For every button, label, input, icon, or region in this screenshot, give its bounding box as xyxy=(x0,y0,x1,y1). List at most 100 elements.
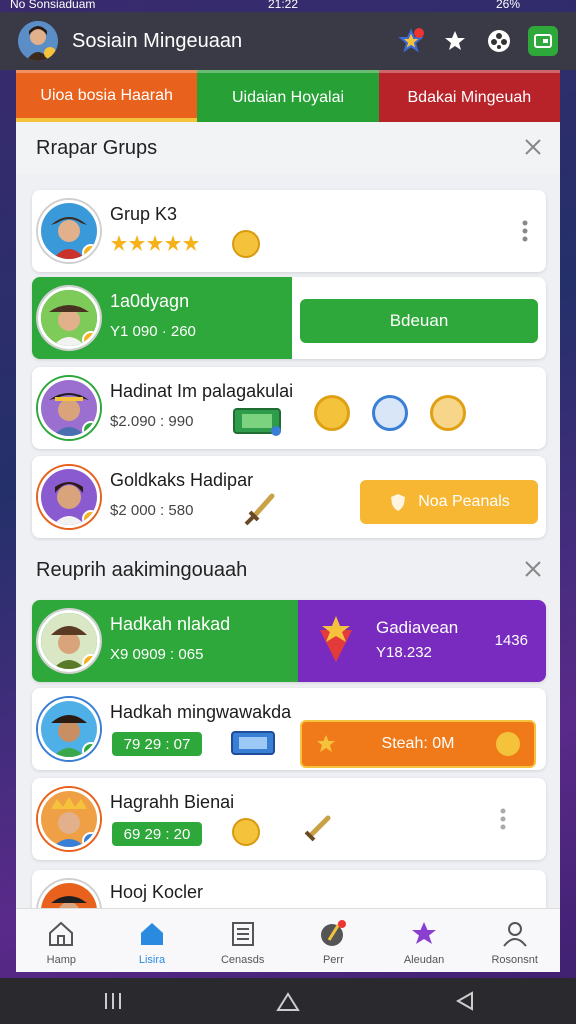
avatar xyxy=(38,466,100,528)
cash-icon xyxy=(233,408,281,436)
avatar xyxy=(38,287,100,349)
nav-item-profile[interactable]: Rosonsnt xyxy=(469,909,560,972)
nav-label: Perr xyxy=(322,954,344,966)
back-icon[interactable] xyxy=(454,990,476,1012)
item-name: Hadinat Im palagakulai xyxy=(110,381,294,401)
item-value: X9 0909 : 065 xyxy=(110,646,204,663)
list-item[interactable]: Hadkah nlakad X9 0909 : 065 Gadiavean Y1… xyxy=(32,600,546,682)
section-title: Reuprih aakimingouaah xyxy=(36,558,248,581)
cash-icon xyxy=(231,731,275,755)
coin-icon xyxy=(314,395,350,431)
item-name: 1a0dyagn xyxy=(110,291,190,311)
nav-item-perr[interactable]: Perr xyxy=(288,909,379,972)
action-button[interactable]: Noa Peanals xyxy=(360,480,538,524)
nav-item-lisira[interactable]: Lisira xyxy=(107,909,198,972)
main-panel: Rrapar Grups Grup K3 1a0dyagn Y1 090 · 2… xyxy=(16,122,560,972)
timer-badge: 79 29 : 07 xyxy=(112,732,202,756)
app-title: Sosiain Mingeuaan xyxy=(72,29,243,52)
chest-icon xyxy=(430,395,466,431)
avatar xyxy=(38,200,100,262)
home-icon xyxy=(49,921,74,946)
sword-icon xyxy=(321,920,347,946)
item-name: Hadkah nlakad xyxy=(110,614,231,634)
tab-3[interactable]: Bdakai Mingeuah xyxy=(378,70,560,122)
list-item[interactable]: 1a0dyagn Y1 090 · 260 Bdeuan xyxy=(32,277,546,359)
avatar xyxy=(38,377,100,439)
home-button-icon[interactable] xyxy=(276,990,300,1014)
badge-icon xyxy=(82,832,97,847)
nav-label: Aleudan xyxy=(403,954,445,966)
shield-icon xyxy=(391,494,406,511)
nav-label: Rosonsnt xyxy=(491,954,538,966)
nav-label: Hamp xyxy=(46,954,76,966)
screen-icon[interactable] xyxy=(528,26,558,56)
list-item[interactable]: Hadinat Im palagakulai $2.090 : 990 xyxy=(32,367,546,449)
sword-icon xyxy=(244,493,275,526)
close-icon[interactable] xyxy=(522,136,544,158)
nav-item-aleudan[interactable]: Aleudan xyxy=(379,909,470,972)
item-value: Y1 090 · 260 xyxy=(110,323,196,340)
list-item[interactable]: Goldkaks Hadipar $2 000 : 580 Noa Peanal… xyxy=(32,456,546,538)
right-title: Gadiavean xyxy=(376,618,459,637)
item-name: Hooj Kocler xyxy=(110,882,204,902)
section-header-groups: Rrapar Grups xyxy=(16,122,560,174)
sword-icon xyxy=(304,815,331,842)
avatar xyxy=(38,788,100,850)
profile-icon xyxy=(502,922,527,947)
item-name: Hagrahh Bienai xyxy=(110,792,235,812)
user-avatar[interactable] xyxy=(18,21,58,61)
coin-icon xyxy=(232,818,260,846)
app-bar: Sosiain Mingeuaan xyxy=(0,12,576,70)
item-value: $2 000 : 580 xyxy=(110,502,194,519)
badge-icon xyxy=(82,510,97,525)
recents-icon[interactable] xyxy=(102,990,124,1012)
item-value: $2.090 : 990 xyxy=(110,413,194,430)
star-icon xyxy=(412,922,437,944)
nav-label: Lisira xyxy=(138,954,166,966)
section-header-recent: Reuprih aakimingouaah xyxy=(16,544,560,596)
button-label: Steah: 0M xyxy=(381,735,455,752)
star-icon xyxy=(317,735,335,752)
rating-stars-icon xyxy=(110,234,200,252)
item-name: Goldkaks Hadipar xyxy=(110,470,254,490)
claim-button[interactable]: Steah: 0M xyxy=(300,720,536,768)
check-badge-icon xyxy=(82,742,97,757)
trophy-icon xyxy=(320,616,352,662)
tool-icon xyxy=(372,395,408,431)
more-icon[interactable] xyxy=(500,808,506,830)
tab-2[interactable]: Uidaian Hoyalai xyxy=(197,70,379,122)
right-value: Y18.232 xyxy=(376,644,432,661)
document-icon xyxy=(231,922,254,946)
avatar xyxy=(38,610,100,672)
score-value: 1436 xyxy=(494,632,528,649)
coin-icon xyxy=(496,732,520,756)
avatar xyxy=(38,698,100,760)
bottom-nav: Hamp Lisira Cenasds Perr Aleudan Rosonsn… xyxy=(16,908,560,972)
item-name: Grup K3 xyxy=(110,204,178,224)
more-icon[interactable] xyxy=(522,220,528,242)
badge-icon xyxy=(82,244,97,259)
status-bar: No Sonsiaduam 21:22 26% xyxy=(0,0,576,12)
nav-item-cenasds[interactable]: Cenasds xyxy=(197,909,288,972)
list-item[interactable]: Hagrahh Bienai 69 29 : 20 xyxy=(32,778,546,860)
home-active-icon xyxy=(141,923,163,945)
system-nav-bar xyxy=(0,978,576,1024)
badge-star-icon[interactable] xyxy=(396,26,426,56)
list-item[interactable]: Hadkah mingwawakda 79 29 : 07 Steah: 0M xyxy=(32,688,546,770)
gamepad-icon[interactable] xyxy=(484,26,514,56)
tab-bar: Uioa bosia Haarah Uidaian Hoyalai Bdakai… xyxy=(16,70,560,122)
section-title: Rrapar Grups xyxy=(36,136,158,159)
star-icon[interactable] xyxy=(440,26,470,56)
list-item[interactable]: Grup K3 xyxy=(32,190,546,272)
nav-item-home[interactable]: Hamp xyxy=(16,909,107,972)
coin-icon xyxy=(232,230,260,258)
status-battery: 26% xyxy=(496,0,521,11)
status-time: 21:22 xyxy=(268,0,299,11)
close-icon[interactable] xyxy=(522,558,544,580)
action-button[interactable]: Bdeuan xyxy=(300,299,538,343)
tab-1[interactable]: Uioa bosia Haarah xyxy=(16,70,198,122)
timer-badge: 69 29 : 20 xyxy=(112,822,202,846)
check-badge-icon xyxy=(82,421,97,436)
item-name: Hadkah mingwawakda xyxy=(110,702,292,722)
button-label: Noa Peanals xyxy=(418,493,510,510)
